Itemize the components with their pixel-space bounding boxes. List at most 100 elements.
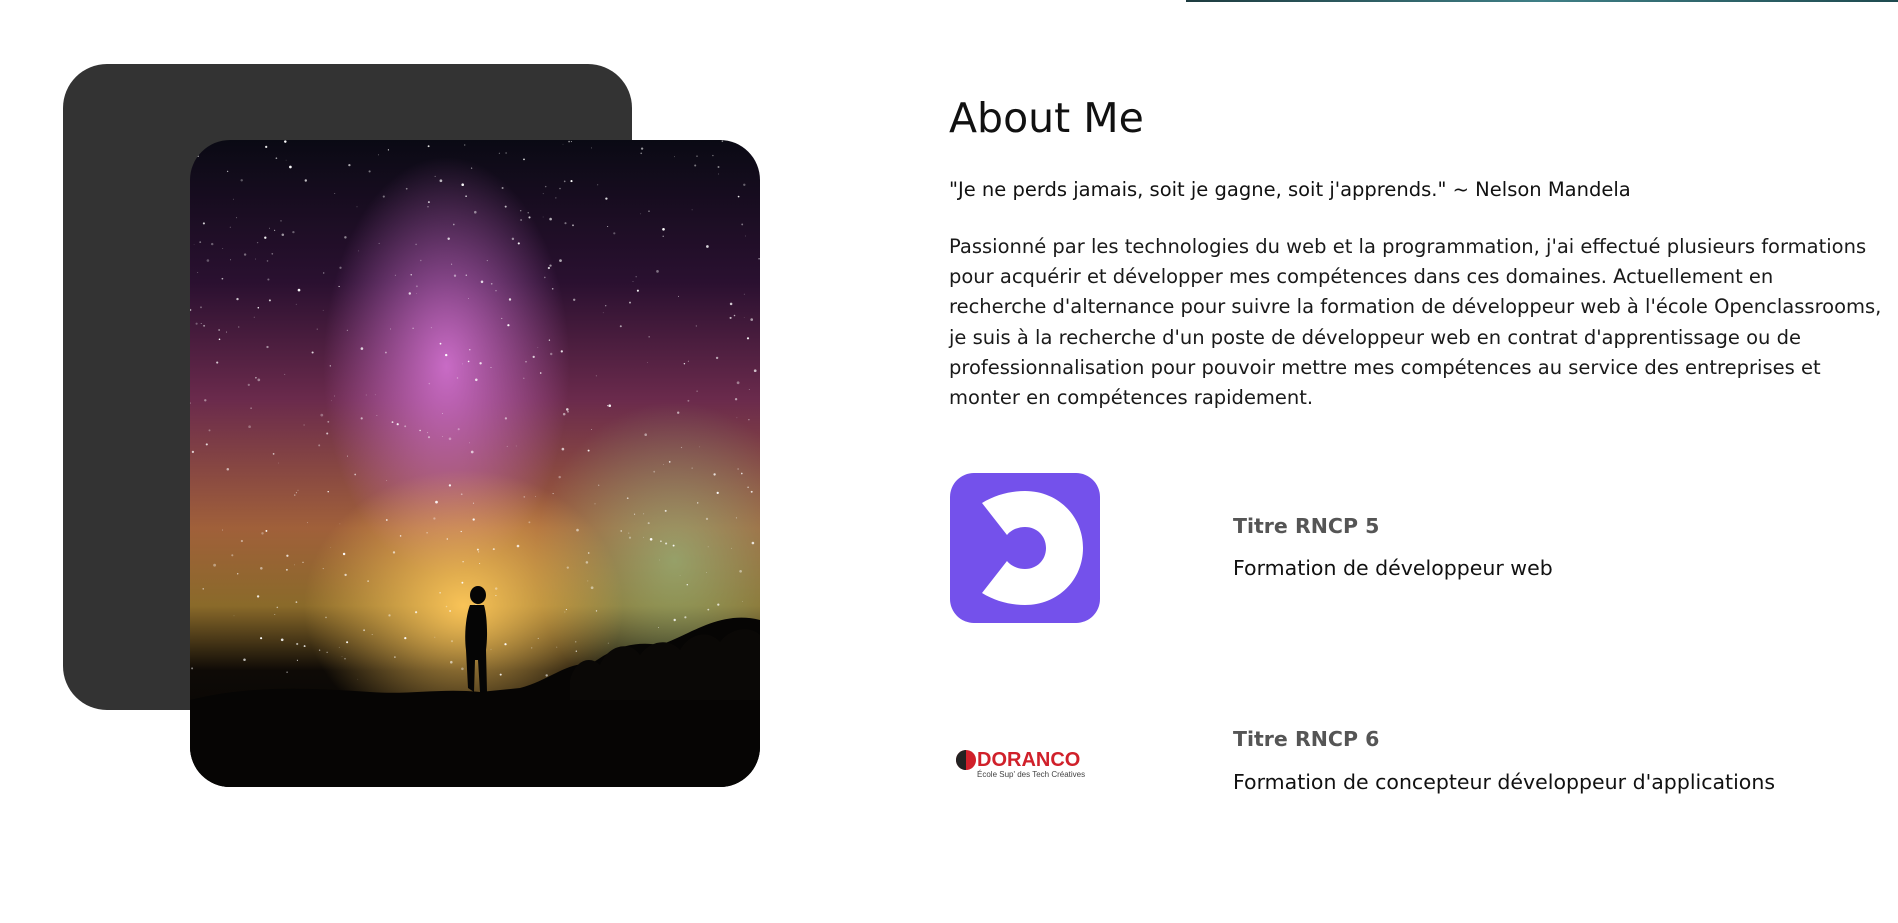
doranco-icon: DORANCO École Sup' des Tech Créatives [956,749,1085,779]
star-dot [243,658,246,661]
star-dot [737,195,740,198]
star-dot [200,323,202,325]
star-dot [439,342,442,345]
star-dot [344,657,346,660]
star-dot [591,429,593,430]
star-dot [653,470,656,473]
star-dot [568,140,570,143]
star-dot [460,493,463,496]
star-dot [327,490,329,493]
cert-title-rncp5: Titre RNCP 5 [1233,514,1380,538]
star-dot [447,237,450,240]
star-dot [528,216,531,219]
star-dot [683,362,686,365]
star-dot [382,195,385,198]
star-dot [495,595,497,597]
star-dot [576,528,579,532]
star-dot [695,325,697,327]
bio-line: je suis à la recherche d'un poste de dév… [949,325,1801,349]
star-dot [334,193,336,194]
star-dot [730,140,733,142]
star-dot [342,552,346,556]
star-dot [233,615,235,617]
star-dot [464,144,466,146]
star-dot [687,360,689,362]
star-dot [595,375,597,377]
star-dot [747,486,749,489]
star-dot [712,154,714,157]
star-dot [515,445,517,447]
star-dot [743,183,746,187]
star-dot [322,272,325,274]
star-dot [276,606,279,609]
star-dot [348,163,351,167]
star-dot [467,360,470,363]
star-dot [531,647,533,649]
star-dot [325,616,327,619]
star-dot [390,328,391,330]
star-dot [472,502,475,504]
star-dot [673,618,676,622]
star-dot [705,517,709,521]
star-dot [697,502,699,504]
star-dot [275,157,278,160]
bio-line: pour acquérir et développer mes compéten… [949,265,1774,289]
star-dot [547,266,551,270]
star-dot [498,152,500,154]
star-dot [628,532,630,534]
star-dot [559,187,561,190]
star-dot [525,361,527,363]
star-dot [419,429,421,432]
star-dot [236,217,238,219]
star-dot [404,636,407,640]
star-dot [280,220,282,222]
star-dot [480,280,484,284]
star-dot [743,293,745,295]
star-dot [716,491,719,495]
star-dot [565,609,567,611]
star-dot [193,244,195,246]
star-dot [499,673,502,676]
star-dot [537,347,539,348]
star-dot [253,316,255,318]
star-dot [202,222,205,225]
star-dot [626,497,629,500]
star-dot [564,611,566,613]
star-dot [344,573,347,577]
star-dot [570,141,572,143]
cert-title-rncp6: Titre RNCP 6 [1233,727,1380,751]
star-dot [255,376,257,379]
mandela-quote: "Je ne perds jamais, soit je gagne, soit… [949,178,1631,201]
star-dot [378,242,380,244]
star-dot [222,529,224,531]
star-dot [647,362,648,363]
star-dot [237,573,239,575]
star-dot [706,245,709,248]
star-dot [222,247,224,249]
star-dot [686,583,689,586]
star-dot [260,567,263,570]
star-dot [306,522,309,524]
star-dot [696,155,698,157]
star-dot [495,290,497,292]
star-dot [640,152,643,155]
about-section: About Me "Je ne perds jamais, soit je ga… [0,0,1898,923]
star-dot [585,561,589,564]
star-dot [729,302,733,306]
star-dot [285,159,287,161]
star-dot [190,308,192,312]
star-dot [202,588,204,590]
bio-line: recherche d'alternance pour suivre la fo… [949,295,1882,319]
star-dot [490,367,492,369]
star-dot [346,641,349,644]
star-dot [734,398,738,401]
star-dot [302,561,304,563]
star-dot [532,355,535,359]
star-dot [442,436,443,438]
star-dot [597,184,599,186]
star-dot [658,627,660,628]
star-dot [344,236,347,239]
star-dot [549,264,552,267]
star-dot [751,541,755,545]
star-dot [494,587,498,590]
